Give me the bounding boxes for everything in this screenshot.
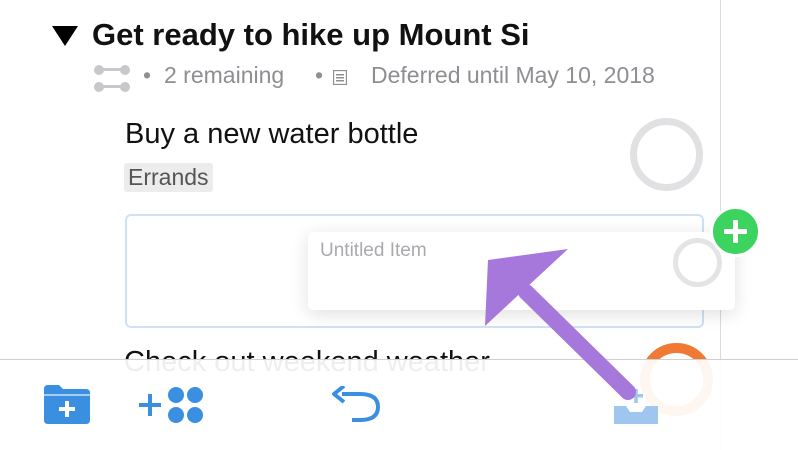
meta-separator-dot: • bbox=[143, 62, 152, 88]
meta-separator-dot: • bbox=[315, 62, 324, 88]
new-folder-icon[interactable] bbox=[44, 384, 90, 424]
undo-icon[interactable] bbox=[330, 386, 384, 422]
task-title[interactable]: Buy a new water bottle bbox=[125, 118, 418, 151]
add-plus-badge-icon bbox=[710, 206, 761, 257]
project-title: Get ready to hike up Mount Si bbox=[92, 17, 530, 52]
note-icon bbox=[333, 70, 347, 85]
task-status-circle[interactable] bbox=[630, 118, 703, 191]
toolbar-divider bbox=[0, 359, 798, 360]
dragged-item-card[interactable]: Untitled Item bbox=[308, 232, 735, 310]
add-tags-icon[interactable] bbox=[139, 386, 205, 424]
add-to-inbox-icon[interactable] bbox=[612, 388, 660, 426]
deferred-date: Deferred until May 10, 2018 bbox=[371, 62, 655, 88]
task-tag[interactable]: Errands bbox=[124, 163, 213, 192]
disclosure-triangle-icon[interactable] bbox=[52, 26, 78, 46]
sequential-project-icon bbox=[93, 64, 131, 92]
bottom-toolbar bbox=[0, 360, 798, 450]
item-title-placeholder: Untitled Item bbox=[320, 240, 427, 261]
remaining-count: 2 remaining bbox=[164, 62, 285, 88]
